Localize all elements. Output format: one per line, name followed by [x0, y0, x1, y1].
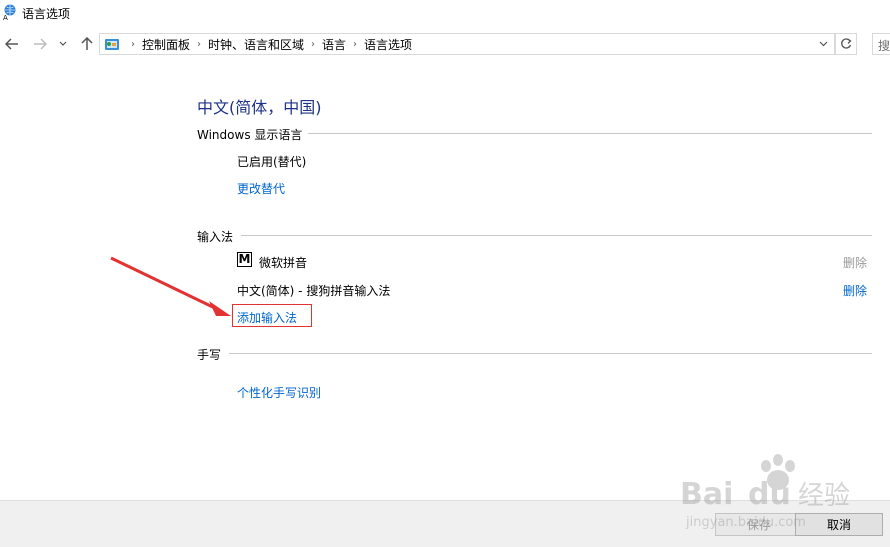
up-button[interactable]	[77, 34, 97, 54]
footer-bar: 保存 取消	[0, 500, 890, 547]
window-title: 语言选项	[22, 7, 71, 21]
breadcrumb-separator-icon: ›	[131, 38, 135, 50]
section-divider	[229, 353, 872, 354]
breadcrumb-item-control-panel[interactable]: 控制面板	[142, 36, 190, 53]
page-title: 中文(简体，中国)	[197, 98, 322, 117]
chevron-down-icon	[59, 41, 67, 46]
remove-input-method-button[interactable]: 删除	[843, 282, 867, 299]
breadcrumb-separator-icon: ›	[353, 38, 358, 50]
svg-text:A: A	[3, 14, 8, 20]
address-bar[interactable]: › 控制面板 › 时钟、语言和区域 › 语言 › 语言选项	[99, 33, 835, 55]
cancel-button[interactable]: 取消	[795, 513, 883, 536]
breadcrumb-item-language-options[interactable]: 语言选项	[364, 36, 412, 53]
chevron-down-icon	[819, 41, 827, 47]
remove-input-method-button[interactable]: 删除	[843, 254, 867, 271]
input-method-name: 微软拼音	[259, 256, 308, 270]
section-title-input-methods: 输入法	[197, 230, 234, 244]
address-dropdown-button[interactable]	[816, 36, 830, 52]
display-language-status: 已启用(替代)	[237, 155, 307, 169]
recent-locations-button[interactable]	[55, 34, 71, 54]
microsoft-pinyin-icon: M	[237, 252, 252, 267]
arrow-left-icon	[5, 38, 18, 50]
title-bar: A 语言选项	[0, 0, 890, 28]
navigation-bar: › 控制面板 › 时钟、语言和区域 › 语言 › 语言选项 搜	[0, 30, 890, 58]
section-title-display-language: Windows 显示语言	[197, 128, 303, 142]
back-button[interactable]	[2, 34, 22, 54]
input-method-name: 中文(简体) - 搜狗拼音输入法	[237, 284, 391, 298]
personalize-handwriting-link[interactable]: 个性化手写识别	[237, 384, 321, 401]
refresh-icon	[841, 38, 852, 49]
save-button[interactable]: 保存	[715, 513, 803, 536]
refresh-button[interactable]	[835, 33, 857, 55]
section-divider	[241, 235, 872, 236]
control-panel-icon	[105, 39, 119, 50]
annotation-arrow-icon	[110, 256, 231, 316]
section-title-handwriting: 手写	[197, 348, 222, 362]
breadcrumb-item-clock-language-region[interactable]: 时钟、语言和区域	[208, 36, 304, 53]
breadcrumb-separator-icon: ›	[311, 38, 316, 50]
search-input[interactable]: 搜	[872, 33, 890, 55]
language-globe-icon: A	[3, 4, 16, 20]
section-divider	[308, 133, 872, 134]
add-input-method-link[interactable]: 添加输入法	[237, 309, 297, 326]
arrow-up-icon	[81, 37, 93, 50]
breadcrumb: › 控制面板 › 时钟、语言和区域 › 语言 › 语言选项	[124, 34, 412, 54]
breadcrumb-separator-icon: ›	[197, 38, 202, 50]
forward-button[interactable]	[30, 34, 50, 54]
breadcrumb-item-language[interactable]: 语言	[322, 36, 346, 53]
change-override-link[interactable]: 更改替代	[237, 180, 285, 197]
arrow-right-icon	[34, 38, 47, 50]
